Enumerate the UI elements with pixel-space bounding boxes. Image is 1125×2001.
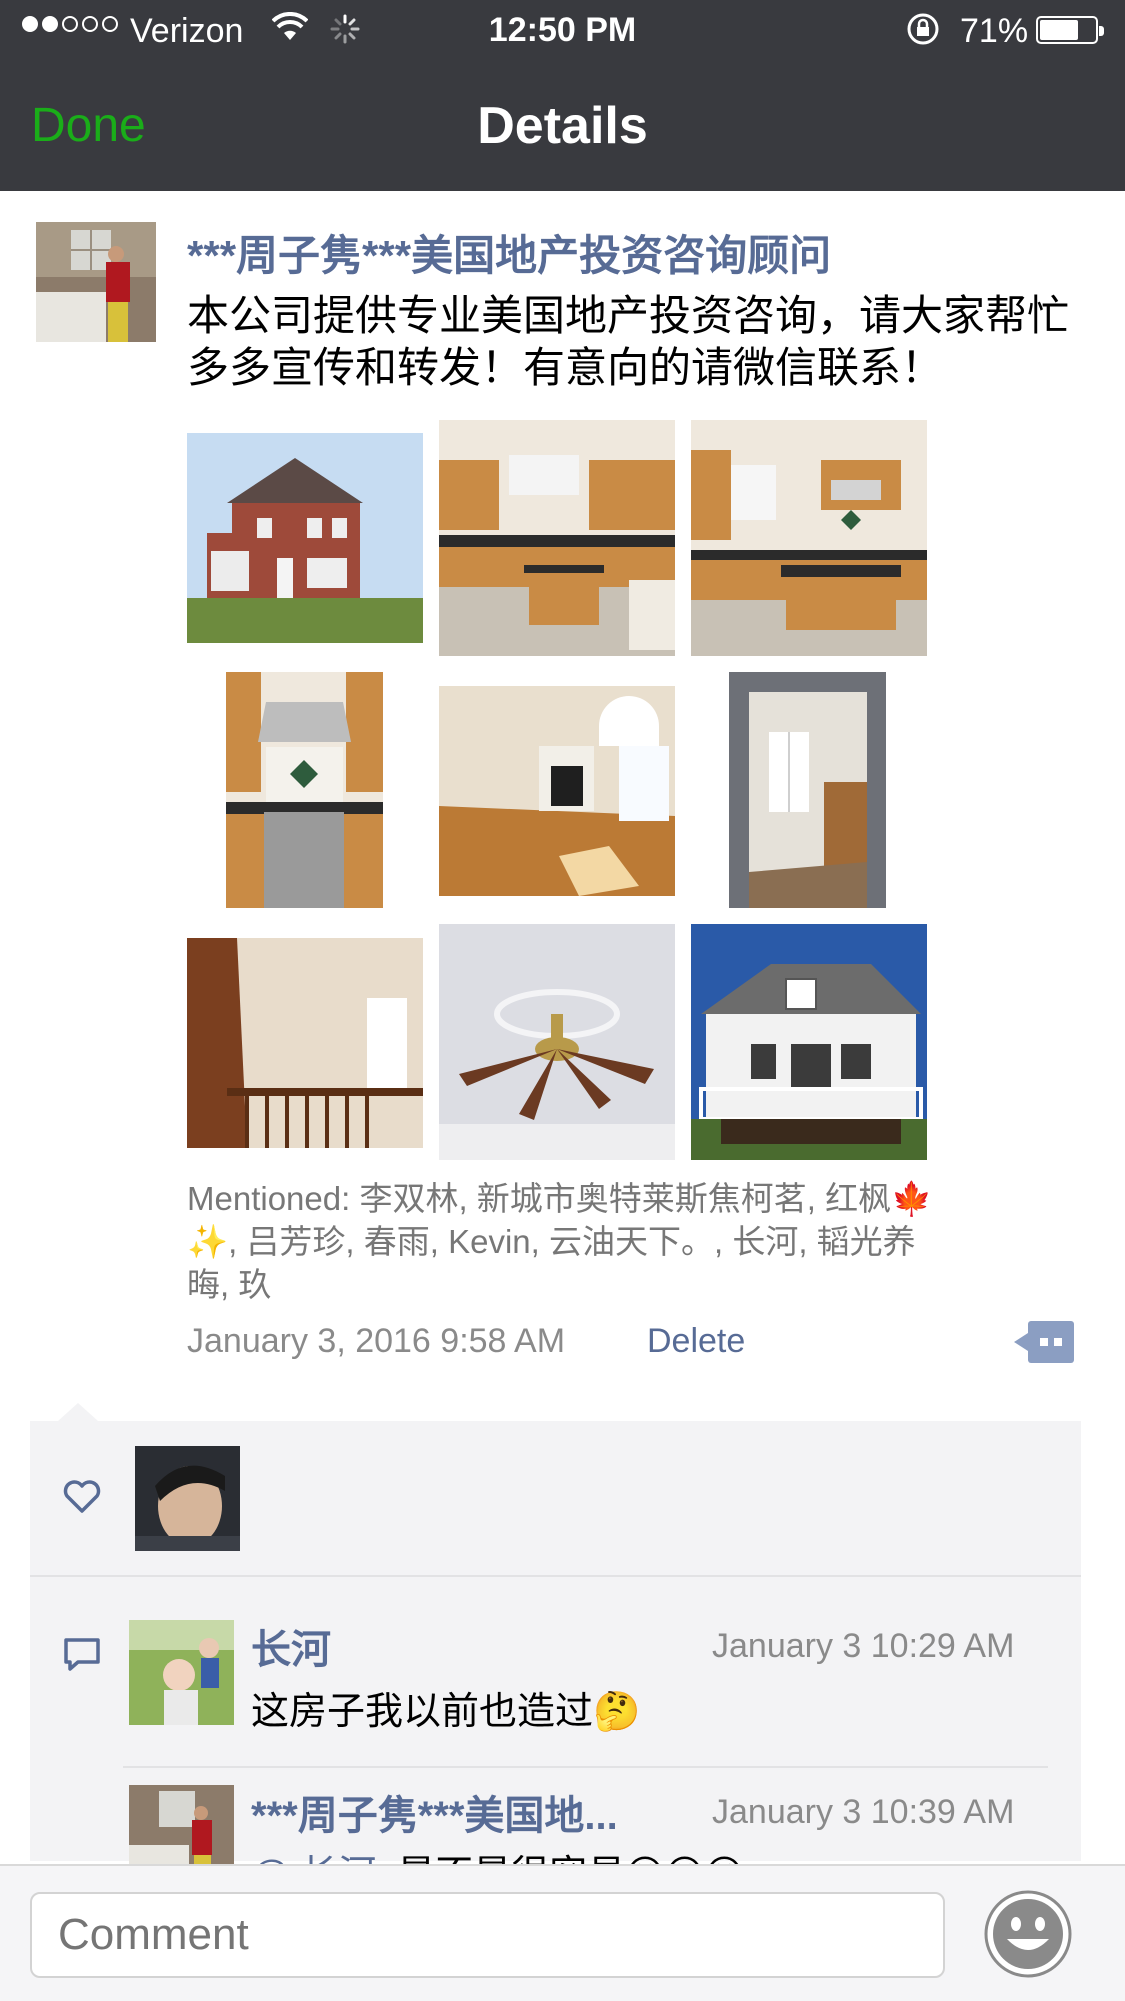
panel-divider bbox=[30, 1575, 1081, 1577]
photo-house-front[interactable] bbox=[187, 433, 423, 643]
rotation-lock-icon bbox=[907, 13, 939, 45]
photo-staircase[interactable] bbox=[187, 938, 423, 1148]
mentioned-list: Mentioned: 李双林, 新城市奥特莱斯焦柯茗, 红枫🍁✨, 吕芳珍, 春… bbox=[187, 1180, 933, 1303]
panel-pointer bbox=[58, 1403, 98, 1421]
battery-percent: 71% bbox=[960, 12, 1029, 50]
heart-icon bbox=[63, 1480, 101, 1513]
comment-action-icon[interactable] bbox=[1014, 1321, 1074, 1363]
navigation-bar: Verizon 12:50 PM 71% Done Details bbox=[0, 0, 1125, 191]
comment-input[interactable] bbox=[30, 1892, 945, 1978]
photo-living-room[interactable] bbox=[439, 686, 675, 896]
commenter-avatar[interactable] bbox=[129, 1620, 234, 1725]
photo-kitchen-2[interactable] bbox=[691, 420, 927, 656]
comment-time: January 3 10:39 AM bbox=[712, 1793, 1015, 1831]
comment-author-name[interactable]: 长河 bbox=[251, 1617, 331, 1675]
post-timestamp: January 3, 2016 9:58 AM bbox=[187, 1322, 566, 1360]
post-author-name[interactable]: ***周子隽***美国地产投资咨询顾问 bbox=[187, 222, 831, 283]
comment-bubble-icon bbox=[64, 1638, 100, 1671]
status-time: 12:50 PM bbox=[488, 11, 637, 49]
comment-text: 这房子我以前也造过🤔 bbox=[251, 1691, 641, 1733]
photo-house-back[interactable] bbox=[691, 924, 927, 1160]
emoji-icon[interactable] bbox=[983, 1889, 1073, 1979]
photo-ceiling-fan[interactable] bbox=[439, 924, 675, 1160]
photo-kitchen-1[interactable] bbox=[439, 420, 675, 656]
delete-button[interactable]: Delete bbox=[647, 1322, 745, 1361]
photo-range-hood[interactable] bbox=[226, 672, 383, 908]
page-title: Details bbox=[477, 97, 648, 155]
post-text: 本公司提供专业美国地产投资咨询，请大家帮忙多多宣传和转发！有意向的请微信联系！ bbox=[187, 292, 1070, 391]
author-avatar[interactable] bbox=[36, 222, 156, 342]
comment-divider bbox=[123, 1766, 1048, 1768]
photo-doorway[interactable] bbox=[729, 672, 886, 908]
comment-author-name[interactable]: ***周子隽***美国地... bbox=[251, 1783, 618, 1841]
liker-avatar[interactable] bbox=[135, 1446, 240, 1551]
battery-icon bbox=[1036, 16, 1104, 44]
status-bar: Verizon 12:50 PM 71% bbox=[0, 0, 1125, 62]
comment-time: January 3 10:29 AM bbox=[712, 1627, 1015, 1665]
